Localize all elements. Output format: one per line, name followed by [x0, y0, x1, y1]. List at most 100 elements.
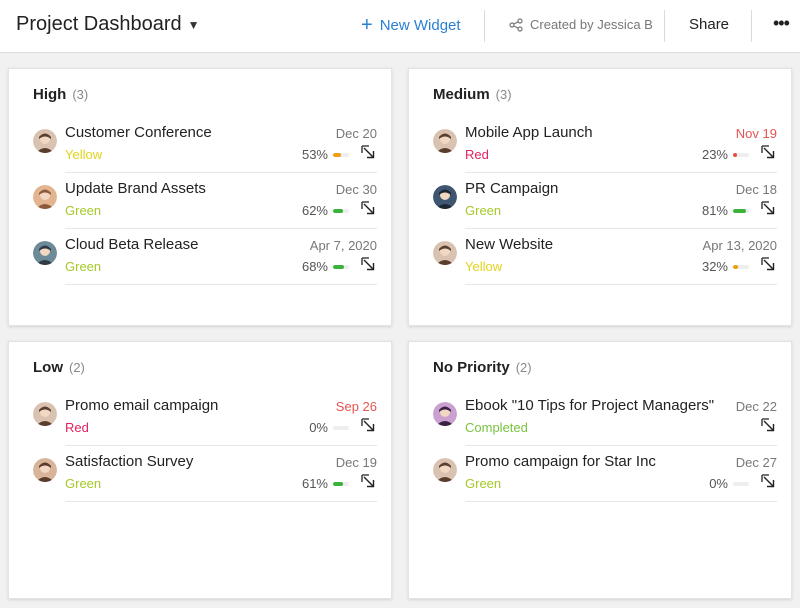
row-divider [465, 284, 777, 285]
due-date: Dec 20 [335, 126, 377, 141]
divider [751, 10, 752, 42]
item-name[interactable]: Promo campaign for Star Inc [465, 453, 656, 470]
open-item-icon[interactable] [761, 145, 775, 159]
page-title: Project Dashboard [16, 13, 182, 35]
avatar [33, 129, 57, 153]
row-divider [465, 501, 777, 502]
card-count: (3) [72, 87, 89, 102]
list-item[interactable]: Promo email campaign Red Sep 26 0% [33, 390, 377, 446]
due-date: Apr 13, 2020 [702, 238, 777, 253]
list-item[interactable]: Ebook "10 Tips for Project Managers" Com… [433, 390, 777, 446]
status-badge: Red [465, 147, 489, 162]
item-name[interactable]: Update Brand Assets [65, 180, 206, 197]
progress-percent: 68% [301, 259, 328, 274]
top-bar: Project Dashboard ▼ + New Widget Created… [0, 0, 800, 53]
list-item[interactable]: Mobile App Launch Red Nov 19 23% [433, 117, 777, 173]
item-name[interactable]: Cloud Beta Release [65, 236, 198, 253]
open-item-icon[interactable] [761, 474, 775, 488]
progress-percent: 23% [701, 147, 728, 162]
item-name[interactable]: Customer Conference [65, 124, 212, 141]
avatar [433, 185, 457, 209]
new-widget-button[interactable]: + New Widget [361, 15, 461, 35]
progress-bar [733, 209, 749, 213]
share-button[interactable]: Share [689, 16, 729, 33]
avatar [33, 458, 57, 482]
open-item-icon[interactable] [361, 418, 375, 432]
more-options-icon[interactable]: ••• [773, 13, 790, 34]
progress-fill [333, 153, 342, 157]
list-item[interactable]: Update Brand Assets Green Dec 30 62% [33, 173, 377, 229]
caret-down-icon: ▼ [187, 17, 200, 32]
item-name[interactable]: PR Campaign [465, 180, 558, 197]
progress-percent: 53% [301, 147, 328, 162]
open-item-icon[interactable] [361, 145, 375, 159]
avatar [433, 402, 457, 426]
progress-bar [333, 426, 349, 430]
item-name[interactable]: Mobile App Launch [465, 124, 593, 141]
due-date: Apr 7, 2020 [309, 238, 377, 253]
widget-card-no-priority: No Priority (2) Ebook "10 Tips for Projec… [408, 341, 792, 599]
status-badge: Green [465, 203, 502, 218]
progress-fill [333, 265, 344, 269]
progress-fill [733, 153, 737, 157]
due-date: Nov 19 [735, 126, 777, 141]
due-date: Dec 30 [335, 182, 377, 197]
status-badge: Completed [465, 420, 528, 435]
progress-fill [733, 265, 739, 269]
card-count: (2) [69, 360, 85, 375]
widget-card-high: High (3) Customer Conference Yellow Dec 2… [8, 68, 392, 326]
progress-bar [333, 482, 349, 486]
card-title-text: No Priority [433, 359, 510, 376]
list-item[interactable]: Satisfaction Survey Green Dec 19 61% [33, 446, 377, 502]
status-badge: Green [65, 476, 102, 491]
card-title: Low (2) [33, 359, 85, 376]
item-name[interactable]: New Website [465, 236, 553, 253]
plus-icon: + [361, 14, 373, 36]
list-item[interactable]: Customer Conference Yellow Dec 20 53% [33, 117, 377, 173]
list-item[interactable]: New Website Yellow Apr 13, 2020 32% [433, 229, 777, 285]
status-badge: Green [465, 476, 502, 491]
due-date: Sep 26 [335, 399, 377, 414]
open-item-icon[interactable] [761, 201, 775, 215]
progress-percent: 61% [301, 476, 328, 491]
dashboard-title-dropdown[interactable]: Project Dashboard ▼ [16, 13, 200, 36]
card-count: (2) [515, 360, 532, 375]
row-divider [65, 284, 377, 285]
list-item[interactable]: PR Campaign Green Dec 18 81% [433, 173, 777, 229]
open-item-icon[interactable] [761, 418, 775, 432]
card-title: High (3) [33, 86, 88, 103]
avatar [433, 129, 457, 153]
avatar [33, 402, 57, 426]
avatar [433, 458, 457, 482]
progress-percent: 32% [701, 259, 728, 274]
progress-bar [333, 265, 349, 269]
card-title-text: Low [33, 359, 63, 376]
open-item-icon[interactable] [361, 201, 375, 215]
row-divider [65, 501, 377, 502]
avatar [33, 185, 57, 209]
item-name[interactable]: Promo email campaign [65, 397, 218, 414]
due-date: Dec 18 [735, 182, 777, 197]
progress-percent: 0% [709, 476, 728, 491]
avatar [433, 241, 457, 265]
open-item-icon[interactable] [761, 257, 775, 271]
share-nodes-icon [509, 17, 523, 32]
status-badge: Green [65, 259, 102, 274]
open-item-icon[interactable] [361, 257, 375, 271]
divider [484, 10, 485, 42]
open-item-icon[interactable] [361, 474, 375, 488]
card-count: (3) [495, 87, 512, 102]
progress-bar [333, 153, 349, 157]
status-badge: Yellow [65, 147, 103, 162]
progress-percent: 81% [701, 203, 728, 218]
item-name[interactable]: Satisfaction Survey [65, 453, 193, 470]
item-name[interactable]: Ebook "10 Tips for Project Managers" [465, 397, 714, 414]
widget-card-medium: Medium (3) Mobile App Launch Red Nov 19 2… [408, 68, 792, 326]
list-item[interactable]: Cloud Beta Release Green Apr 7, 2020 68% [33, 229, 377, 285]
widget-card-low: Low (2) Promo email campaign Red Sep 26 0… [8, 341, 392, 599]
due-date: Dec 27 [735, 455, 777, 470]
card-title: No Priority (2) [433, 359, 532, 376]
card-title-text: High [33, 86, 67, 103]
progress-bar [733, 482, 749, 486]
list-item[interactable]: Promo campaign for Star Inc Green Dec 27… [433, 446, 777, 502]
